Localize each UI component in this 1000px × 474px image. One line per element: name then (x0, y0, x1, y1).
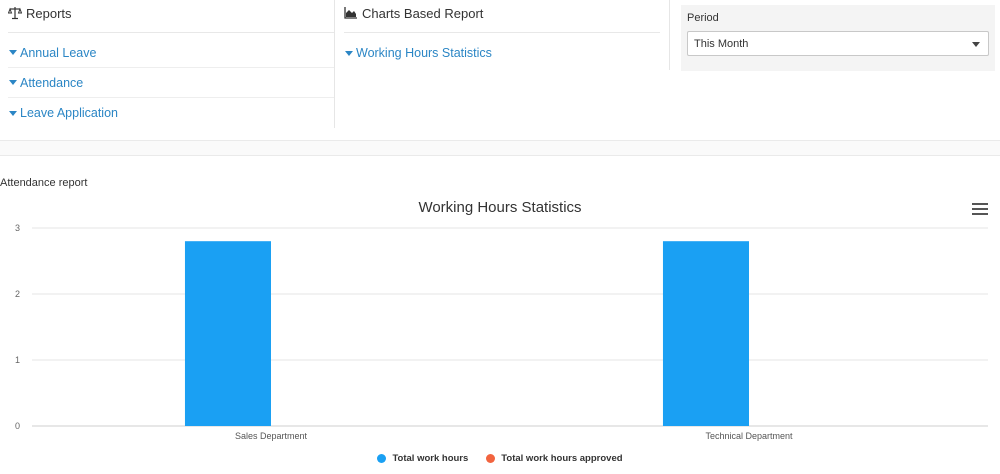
divider (344, 32, 660, 33)
link-label: Working Hours Statistics (356, 46, 492, 60)
x-category-label: Sales Department (235, 431, 308, 441)
balance-scale-icon (8, 7, 22, 20)
y-tick-label: 1 (15, 355, 20, 365)
charts-report-title: Charts Based Report (362, 5, 484, 21)
bar (184, 241, 271, 426)
column-separator (334, 0, 335, 128)
reports-column: Reports Annual Leave Attendance Leave Ap… (8, 0, 334, 128)
chart-legend: Total work hours Total work hours approv… (0, 453, 1000, 464)
area-chart-icon (344, 7, 357, 19)
period-selected-value: This Month (694, 37, 749, 50)
reports-title: Reports (26, 5, 72, 21)
section-divider (0, 140, 1000, 156)
link-annual-leave[interactable]: Annual Leave (8, 38, 334, 68)
legend-label: Total work hours approved (501, 453, 623, 464)
report-nav-panel: Reports Annual Leave Attendance Leave Ap… (0, 0, 1000, 142)
y-tick-label: 0 (15, 421, 20, 431)
charts-report-header: Charts Based Report (344, 0, 660, 26)
link-label: Leave Application (20, 106, 118, 120)
charts-report-column: Charts Based Report Working Hours Statis… (344, 0, 660, 128)
link-label: Annual Leave (20, 45, 97, 60)
working-hours-chart: 0 1 2 3 Sales Department Technical Department… (0, 195, 1000, 474)
y-tick-label: 2 (15, 289, 20, 299)
caret-down-icon (345, 50, 353, 56)
reports-header: Reports (8, 0, 334, 26)
hamburger-menu-icon[interactable] (972, 203, 988, 217)
legend-marker (486, 454, 496, 463)
link-attendance[interactable]: Attendance (8, 68, 334, 98)
period-filter: Period This Month (681, 5, 995, 71)
period-label: Period (687, 12, 719, 24)
divider (8, 32, 334, 33)
bar (662, 241, 749, 426)
link-label: Attendance (20, 75, 84, 90)
link-leave-application[interactable]: Leave Application (8, 98, 334, 128)
chart-canvas: 0 1 2 3 Sales Department Technical Department (15, 223, 988, 441)
chart-title: Working Hours Statistics (418, 199, 582, 216)
attendance-report-title: Attendance report (0, 177, 88, 189)
caret-down-icon (9, 110, 17, 116)
period-select[interactable]: This Month (687, 31, 989, 56)
legend-item-total-work-hours-approved[interactable]: Total work hours approved (486, 453, 623, 464)
caret-down-icon (9, 80, 17, 85)
legend-marker (377, 454, 387, 463)
legend-label: Total work hours (392, 453, 469, 464)
caret-down-icon (9, 50, 17, 55)
link-working-hours-statistics[interactable]: Working Hours Statistics (344, 38, 660, 68)
legend-item-total-work-hours[interactable]: Total work hours (377, 453, 468, 464)
y-tick-label: 3 (15, 223, 20, 233)
x-category-label: Technical Department (705, 431, 793, 441)
chevron-down-icon (972, 42, 980, 47)
column-separator (669, 0, 670, 70)
